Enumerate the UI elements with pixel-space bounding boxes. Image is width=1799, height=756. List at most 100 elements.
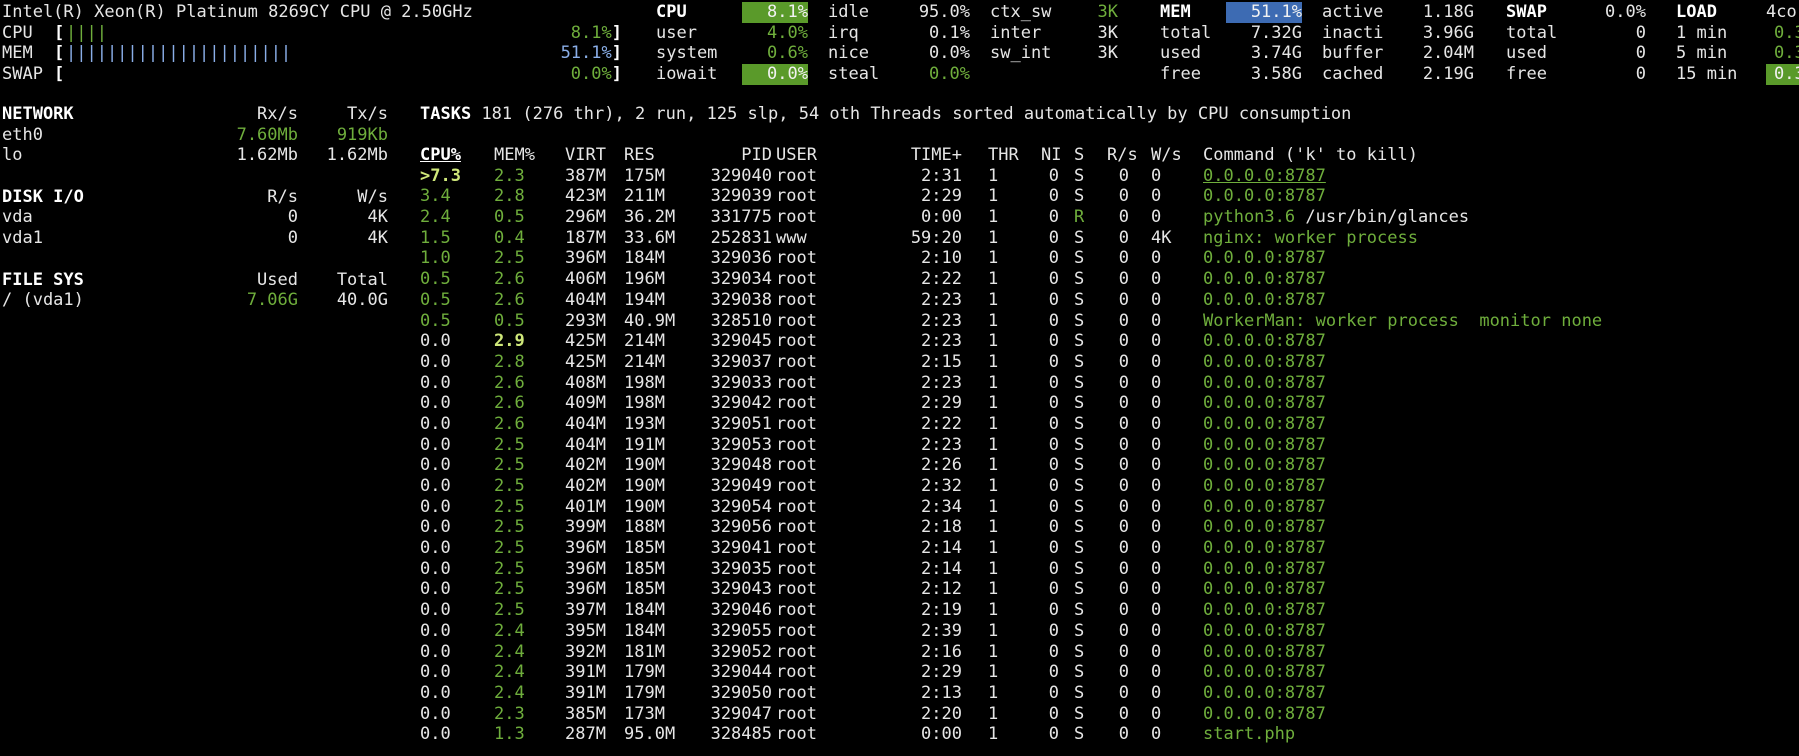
process-time: 2:23 xyxy=(921,372,962,393)
col-ni-header[interactable]: NI xyxy=(1041,145,1061,166)
process-command-name: 0.0.0.0:8787 xyxy=(1203,682,1326,703)
process-threads: 1 xyxy=(988,455,999,476)
network-tx: 919Kb xyxy=(336,124,388,145)
process-write-rate: 0 xyxy=(1151,724,1162,745)
process-row[interactable]: 0.0 2.4 392M 181M 329052 root 2:16 1 0 S 0 0 0.0.0.0… xyxy=(420,642,1799,663)
process-res: 191M xyxy=(624,434,665,455)
col-mem-header[interactable]: MEM% xyxy=(494,145,535,166)
process-row[interactable]: 0.0 2.5 396M 185M 329041 root 2:14 1 0 S 0 0 0.0.0.0… xyxy=(420,538,1799,559)
process-res: 196M xyxy=(624,269,665,290)
process-row[interactable]: 0.0 2.5 397M 184M 329046 root 2:19 1 0 S 0 0 0.0.0.0… xyxy=(420,600,1799,621)
process-command: 0.0.0.0:8787 xyxy=(1203,538,1326,559)
process-table-header: CPU% MEM% VIRT RES PID USER TIME+ THR NI… xyxy=(420,145,1799,166)
quicklook-swap: SWAP [ 0.0%] xyxy=(2,64,622,85)
col-user-header[interactable]: USER xyxy=(776,145,817,166)
process-row[interactable]: 0.0 2.4 391M 179M 329050 root 2:13 1 0 S 0 0 0.0.0.0… xyxy=(420,683,1799,704)
process-nice: 0 xyxy=(1048,289,1059,310)
process-row[interactable]: 0.0 1.3 287M 95.0M 328485 root 0:00 1 0 S 0 0 start.… xyxy=(420,724,1799,745)
disk-name: vda xyxy=(2,207,33,228)
process-command-name: 0.0.0.0:8787 xyxy=(1203,186,1326,207)
process-row[interactable]: 0.5 2.6 404M 194M 329038 root 2:23 1 0 S 0 0 0.0.0.0… xyxy=(420,290,1799,311)
col-s-header[interactable]: S xyxy=(1074,145,1084,166)
col-virt-header[interactable]: VIRT xyxy=(550,145,606,166)
process-row[interactable]: 1.5 0.4 187M 33.6M 252831 www 59:20 1 0 S 0 4K nginx… xyxy=(420,228,1799,249)
process-cpu: >7.3 xyxy=(420,165,461,186)
process-row[interactable]: 0.0 2.5 404M 191M 329053 root 2:23 1 0 S 0 0 0.0.0.0… xyxy=(420,435,1799,456)
process-threads: 1 xyxy=(988,413,999,434)
process-res: 173M xyxy=(624,703,665,724)
process-threads: 1 xyxy=(988,558,999,579)
process-row[interactable]: 0.0 2.4 391M 179M 329044 root 2:29 1 0 S 0 0 0.0.0.0… xyxy=(420,662,1799,683)
process-virt: 404M xyxy=(565,434,606,455)
process-row[interactable]: 0.0 2.4 395M 184M 329055 root 2:39 1 0 S 0 0 0.0.0.0… xyxy=(420,621,1799,642)
process-row[interactable]: 0.0 2.8 425M 214M 329037 root 2:15 1 0 S 0 0 0.0.0.0… xyxy=(420,352,1799,373)
process-row[interactable]: 0.5 0.5 293M 40.9M 328510 root 2:23 1 0 S 0 0 Worker… xyxy=(420,311,1799,332)
process-pid: 328510 xyxy=(710,310,772,331)
process-res: 190M xyxy=(624,496,665,517)
process-virt: 396M xyxy=(565,558,606,579)
process-command-name: 0.0.0.0:8787 xyxy=(1203,600,1326,621)
process-nice: 0 xyxy=(1048,455,1059,476)
process-command-name: 0.0.0.0:8787 xyxy=(1203,703,1326,724)
process-state: S xyxy=(1074,703,1085,724)
process-command: 0.0.0.0:8787 xyxy=(1203,373,1326,394)
process-read-rate: 0 xyxy=(1118,248,1129,269)
process-row[interactable]: 0.0 2.9 425M 214M 329045 root 2:23 1 0 S 0 0 0.0.0.0… xyxy=(420,331,1799,352)
process-row[interactable]: 0.0 2.6 404M 193M 329051 root 2:22 1 0 S 0 0 0.0.0.0… xyxy=(420,414,1799,435)
process-write-rate: 0 xyxy=(1151,248,1162,269)
process-time: 2:12 xyxy=(921,579,962,600)
process-command: 0.0.0.0:8787 xyxy=(1203,559,1326,580)
process-threads: 1 xyxy=(988,331,999,352)
process-user: root xyxy=(776,207,817,228)
process-threads: 1 xyxy=(988,227,999,248)
mem-usage-bar: |||||||||||||||||||||| xyxy=(66,43,292,64)
process-mem: 2.5 xyxy=(494,455,525,476)
process-res: 179M xyxy=(624,682,665,703)
process-state: S xyxy=(1074,682,1085,703)
process-row[interactable]: 0.0 2.3 385M 173M 329047 root 2:20 1 0 S 0 0 0.0.0.0… xyxy=(420,704,1799,725)
col-rs-header[interactable]: R/s xyxy=(1107,145,1138,166)
process-row[interactable]: 0.0 2.5 401M 190M 329054 root 2:34 1 0 S 0 0 0.0.0.0… xyxy=(420,497,1799,518)
process-row[interactable]: 0.0 2.5 399M 188M 329056 root 2:18 1 0 S 0 0 0.0.0.0… xyxy=(420,517,1799,538)
load-cores: 4co xyxy=(1766,2,1797,22)
process-read-rate: 0 xyxy=(1118,434,1129,455)
process-nice: 0 xyxy=(1048,600,1059,621)
process-row[interactable]: 0.0 2.6 408M 198M 329033 root 2:23 1 0 S 0 0 0.0.0.0… xyxy=(420,373,1799,394)
process-row[interactable]: 2.4 0.5 296M 36.2M 331775 root 0:00 1 0 R 0 0 python… xyxy=(420,207,1799,228)
col-cpu-header[interactable]: CPU% xyxy=(420,145,461,166)
mem-title: MEM xyxy=(1160,2,1191,22)
process-row[interactable]: >7.3 2.3 387M 175M 329040 root 2:31 1 0 S 0 0 0.0.0.… xyxy=(420,166,1799,187)
col-res-header[interactable]: RES xyxy=(624,145,655,166)
process-pid: 329053 xyxy=(710,434,772,455)
process-state: S xyxy=(1074,227,1085,248)
process-row[interactable]: 0.0 2.5 396M 185M 329043 root 2:12 1 0 S 0 0 0.0.0.0… xyxy=(420,579,1799,600)
process-virt: 396M xyxy=(565,579,606,600)
col-thr-header[interactable]: THR xyxy=(988,145,1019,166)
process-res: 214M xyxy=(624,351,665,372)
process-row[interactable]: 0.0 2.6 409M 198M 329042 root 2:29 1 0 S 0 0 0.0.0.0… xyxy=(420,393,1799,414)
inter-value: 3K xyxy=(1097,22,1118,43)
process-command: 0.0.0.0:8787 xyxy=(1203,352,1326,373)
process-threads: 1 xyxy=(988,393,999,414)
col-command-header[interactable]: Command ('k' to kill) xyxy=(1203,145,1418,166)
col-ws-header[interactable]: W/s xyxy=(1151,145,1182,166)
process-row[interactable]: 0.0 2.5 402M 190M 329048 root 2:26 1 0 S 0 0 0.0.0.0… xyxy=(420,455,1799,476)
cpu-pct-value: 8.1% xyxy=(570,22,612,43)
process-command: 0.0.0.0:8787 xyxy=(1203,642,1326,663)
process-nice: 0 xyxy=(1048,165,1059,186)
col-pid-header[interactable]: PID xyxy=(688,145,772,166)
process-user: root xyxy=(776,434,817,455)
process-write-rate: 0 xyxy=(1151,476,1162,496)
mem-inactive-label: inacti xyxy=(1322,22,1384,43)
process-row[interactable]: 1.0 2.5 396M 184M 329036 root 2:10 1 0 S 0 0 0.0.0.0… xyxy=(420,248,1799,269)
col-time-header[interactable]: TIME+ xyxy=(890,145,962,166)
process-row[interactable]: 0.0 2.5 402M 190M 329049 root 2:32 1 0 S 0 0 0.0.0.0… xyxy=(420,476,1799,497)
process-row[interactable]: 0.0 2.5 396M 185M 329035 root 2:14 1 0 S 0 0 0.0.0.0… xyxy=(420,559,1799,580)
process-command-name: python3.6 xyxy=(1203,207,1296,228)
process-threads: 1 xyxy=(988,579,999,600)
process-command: 0.0.0.0:8787 xyxy=(1203,621,1326,642)
process-mem: 2.4 xyxy=(494,662,525,683)
process-row[interactable]: 3.4 2.8 423M 211M 329039 root 2:29 1 0 S 0 0 0.0.0.0… xyxy=(420,186,1799,207)
mem-cached-label: cached xyxy=(1322,64,1384,85)
process-row[interactable]: 0.5 2.6 406M 196M 329034 root 2:22 1 0 S 0 0 0.0.0.0… xyxy=(420,269,1799,290)
